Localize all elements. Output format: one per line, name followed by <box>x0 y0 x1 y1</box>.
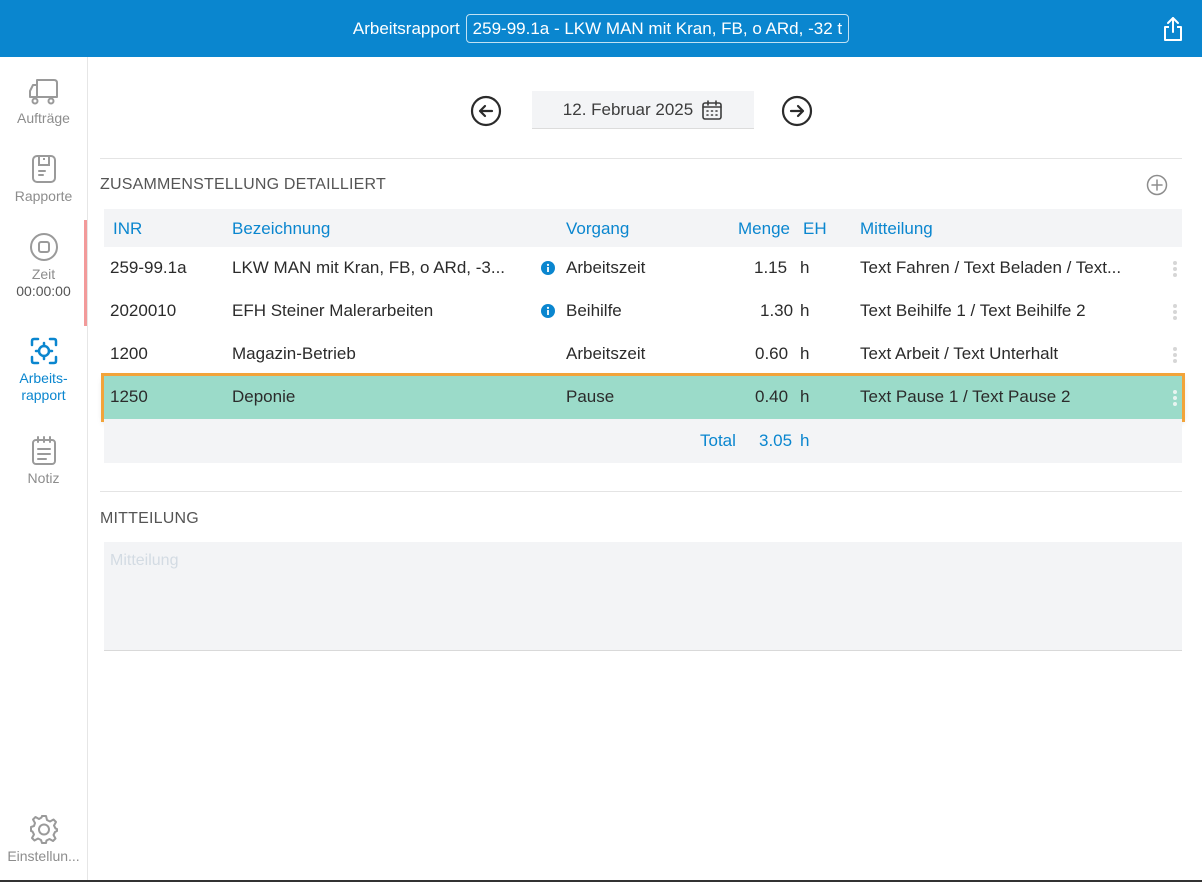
truck-icon <box>28 79 58 105</box>
message-input[interactable] <box>104 542 1182 651</box>
gear-icon <box>29 815 58 844</box>
total-value: 3.05 <box>759 431 793 450</box>
header-center: Arbeitsrapport 259-99.1a - LKW MAN mit K… <box>0 0 1202 57</box>
order-select[interactable]: 259-99.1a - LKW MAN mit Kran, FB, o ARd,… <box>465 14 850 43</box>
sidebar-item-label: Aufträge <box>17 110 70 126</box>
more-vertical-icon[interactable] <box>1172 389 1178 407</box>
info-icon[interactable] <box>541 261 555 275</box>
cell-inr: 1200 <box>110 344 148 363</box>
column-header-eh[interactable]: EH <box>803 219 827 239</box>
total-label: Total <box>700 431 736 450</box>
cell-bezeichnung: LKW MAN mit Kran, FB, o ARd, -3... <box>232 258 506 277</box>
column-header-inr[interactable]: INR <box>113 219 142 239</box>
cell-bezeichnung: EFH Steiner Malerarbeiten <box>232 301 434 320</box>
table-row[interactable]: 1200 Magazin-Betrieb Arbeitszeit 0.60 h … <box>104 333 1182 376</box>
app-header: Arbeitsrapport 259-99.1a - LKW MAN mit K… <box>0 0 1202 57</box>
summary-table: INR Bezeichnung Vorgang Menge EH Mitteil… <box>101 209 1185 463</box>
sidebar-item-label: Arbeits- <box>19 370 68 386</box>
table-footer: Total 3.05 h <box>104 419 1182 463</box>
cell-menge: 0.40 <box>755 387 789 406</box>
share-icon[interactable] <box>1160 15 1186 43</box>
table-row[interactable]: 259-99.1a LKW MAN mit Kran, FB, o ARd, -… <box>104 247 1182 290</box>
cell-eh: h <box>800 258 810 277</box>
column-header-bezeichnung[interactable]: Bezeichnung <box>232 219 330 239</box>
cell-menge: 1.15 <box>754 258 788 277</box>
cell-mitteilung: Text Fahren / Text Beladen / Text... <box>860 258 1122 277</box>
sidebar-item-auftraege[interactable]: Aufträge <box>0 75 87 127</box>
cell-eh: h <box>800 301 810 320</box>
cell-vorgang: Arbeitszeit <box>566 258 646 277</box>
column-header-menge[interactable]: Menge <box>738 219 790 239</box>
add-circle-icon[interactable] <box>1146 174 1168 196</box>
cell-mitteilung: Text Pause 1 / Text Pause 2 <box>860 387 1071 406</box>
cell-vorgang: Pause <box>566 387 615 406</box>
column-header-vorgang[interactable]: Vorgang <box>566 219 629 239</box>
total-unit: h <box>800 431 810 450</box>
more-vertical-icon[interactable] <box>1172 260 1178 278</box>
sidebar-item-arbeitsrapport[interactable]: Arbeits- rapport <box>0 335 87 404</box>
next-day-icon[interactable] <box>781 95 813 127</box>
previous-day-icon[interactable] <box>470 95 502 127</box>
sidebar-item-label-2: rapport <box>21 387 66 403</box>
divider <box>100 491 1182 492</box>
stop-icon <box>29 233 58 261</box>
table-row[interactable]: 2020010 EFH Steiner Malerarbeiten Beihil… <box>104 290 1182 333</box>
info-icon[interactable] <box>541 304 555 318</box>
summary-title: ZUSAMMENSTELLUNG DETAILLIERT <box>100 176 386 193</box>
header-title: Arbeitsrapport <box>352 18 460 38</box>
cell-vorgang: Arbeitszeit <box>566 344 646 363</box>
cell-menge: 0.60 <box>755 344 789 363</box>
cell-bezeichnung: Deponie <box>232 387 296 406</box>
cell-eh: h <box>800 387 810 406</box>
more-vertical-icon[interactable] <box>1172 303 1178 321</box>
cell-inr: 259-99.1a <box>110 258 187 277</box>
message-title: MITTEILUNG <box>100 510 199 527</box>
timer-indicator <box>84 220 87 326</box>
column-header-mitteilung[interactable]: Mitteilung <box>860 219 933 239</box>
report-icon <box>31 155 56 183</box>
cell-mitteilung: Text Arbeit / Text Unterhalt <box>860 344 1059 363</box>
date-picker[interactable]: 12. Februar 2025 <box>532 91 754 129</box>
cell-eh: h <box>800 344 810 363</box>
date-value: 12. Februar 2025 <box>562 99 694 119</box>
date-navigation: 12. Februar 2025 <box>88 88 1202 132</box>
table-row-selected[interactable]: 1250 Deponie Pause 0.40 h Text Pause 1 /… <box>101 373 1185 422</box>
table-header: INR Bezeichnung Vorgang Menge EH Mitteil… <box>104 209 1182 247</box>
more-vertical-icon[interactable] <box>1172 346 1178 364</box>
cell-mitteilung: Text Beihilfe 1 / Text Beihilfe 2 <box>860 301 1086 320</box>
timer-value: 00:00:00 <box>16 283 71 299</box>
cell-vorgang: Beihilfe <box>566 301 622 320</box>
sidebar-item-rapporte[interactable]: Rapporte <box>0 153 87 205</box>
sidebar-item-label: Rapporte <box>14 188 73 204</box>
cell-menge: 1.30 <box>760 301 794 320</box>
notepad-icon <box>31 436 56 465</box>
sidebar-item-settings[interactable]: Einstellun... <box>0 813 87 865</box>
target-icon <box>30 337 57 365</box>
sidebar-item-notiz[interactable]: Notiz <box>0 435 87 487</box>
cell-bezeichnung: Magazin-Betrieb <box>232 344 356 363</box>
cell-inr: 2020010 <box>110 301 177 320</box>
sidebar-item-label: Einstellun... <box>7 848 80 864</box>
sidebar: Aufträge Rapporte Zeit 00:00:00 Arbeits-… <box>0 57 88 881</box>
cell-inr: 1250 <box>110 387 148 406</box>
calendar-icon <box>702 99 723 120</box>
sidebar-item-label: Notiz <box>27 470 60 486</box>
sidebar-item-zeit[interactable]: Zeit 00:00:00 <box>0 231 87 300</box>
divider <box>100 158 1182 159</box>
sidebar-item-label: Zeit <box>31 266 56 282</box>
